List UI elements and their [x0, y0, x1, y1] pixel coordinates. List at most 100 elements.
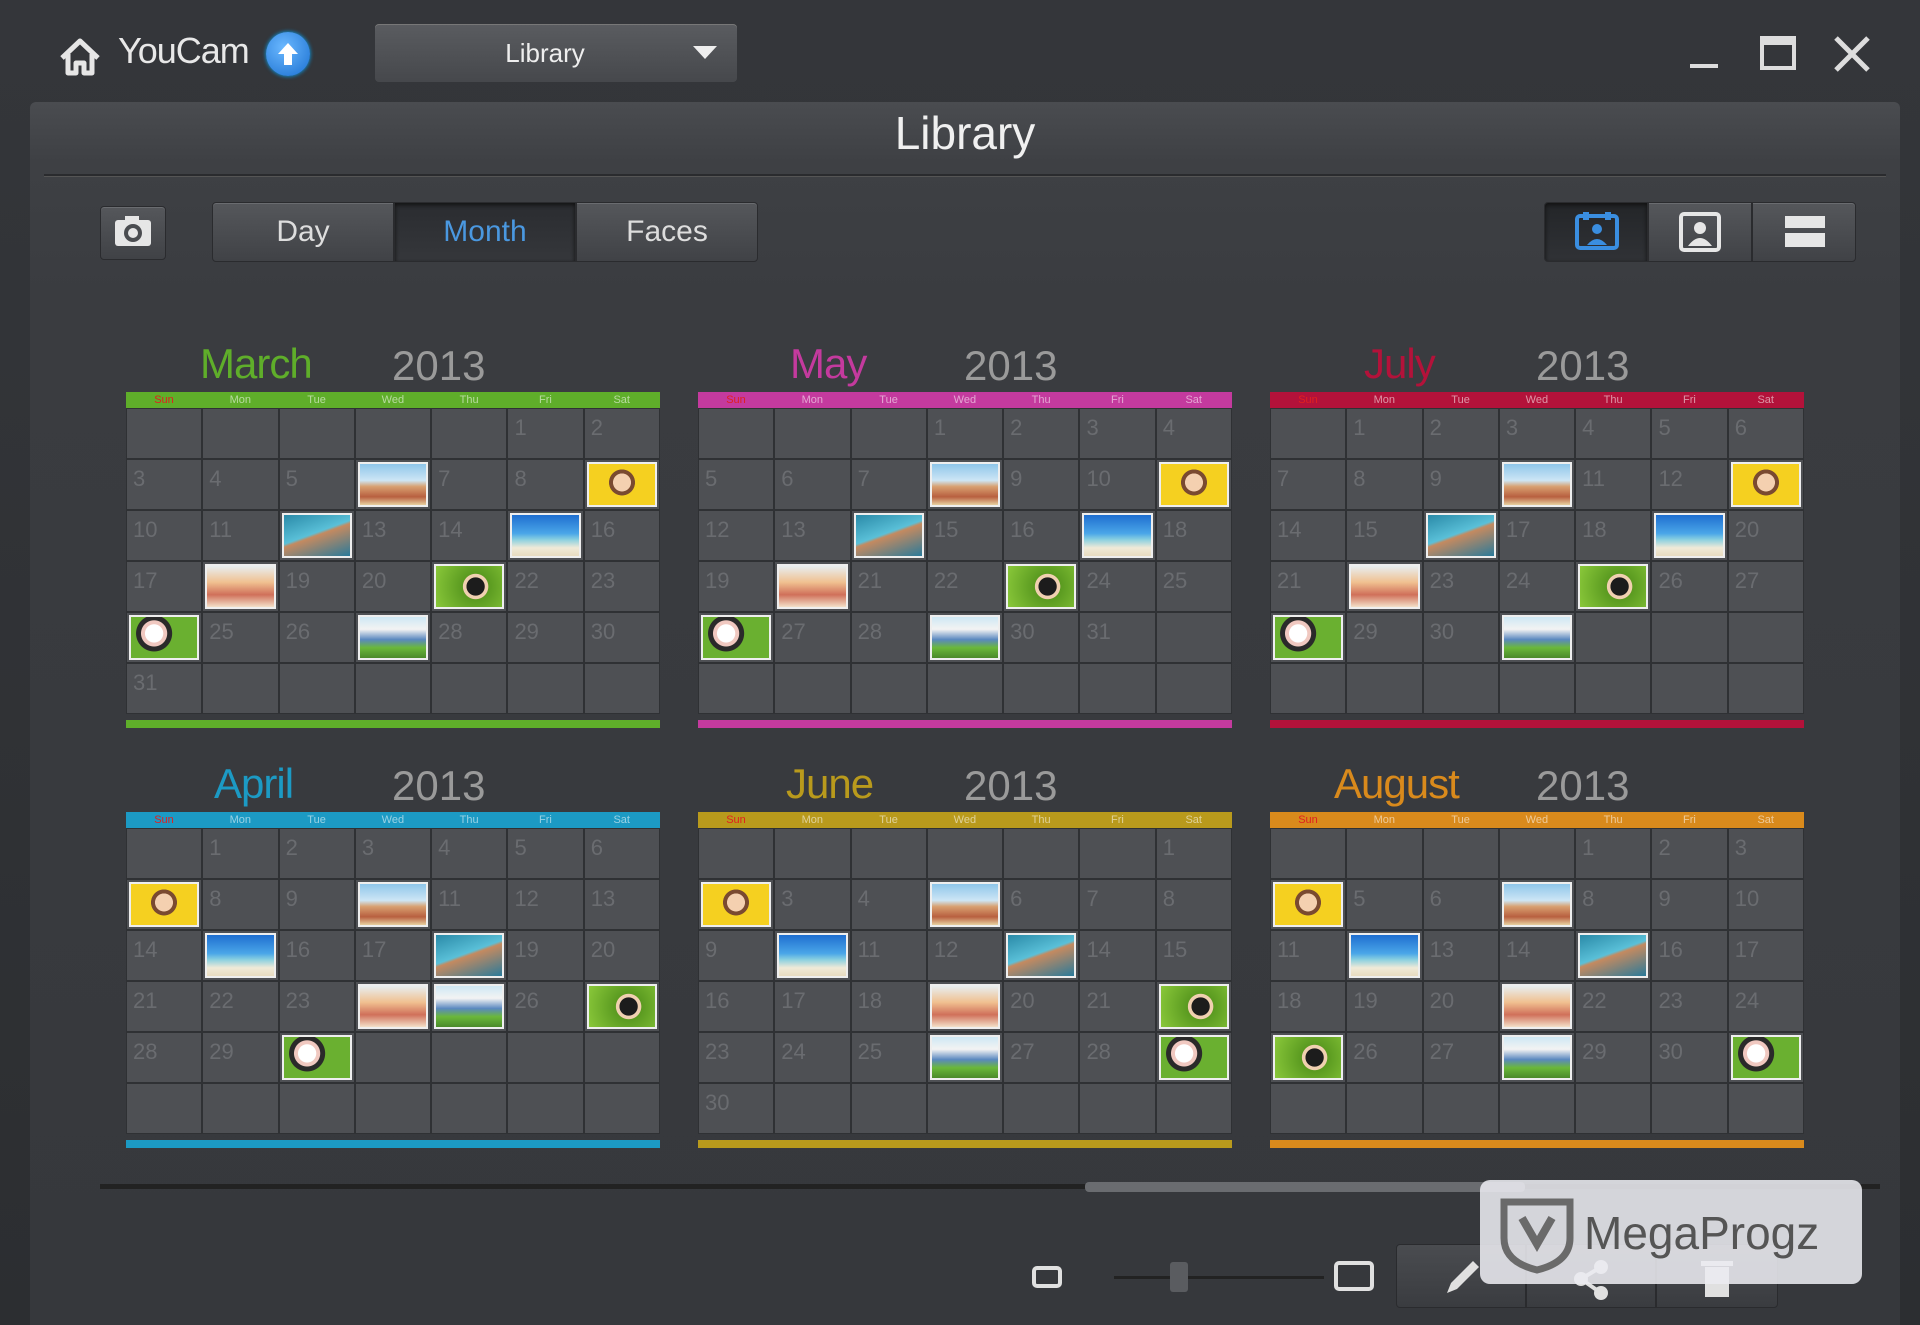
day-cell[interactable]: 1 — [1156, 829, 1232, 878]
day-cell[interactable]: 4 — [432, 829, 507, 878]
photo-thumbnail[interactable] — [1349, 564, 1420, 609]
day-cell[interactable]: 26 — [1652, 562, 1727, 611]
photo-thumbnail[interactable] — [205, 933, 276, 978]
day-cell[interactable] — [1347, 931, 1422, 980]
tab-day[interactable]: Day — [212, 202, 394, 262]
day-cell[interactable] — [203, 931, 278, 980]
day-cell[interactable]: 4 — [1576, 409, 1651, 458]
photo-thumbnail[interactable] — [129, 882, 200, 927]
day-cell[interactable]: 21 — [127, 982, 202, 1031]
day-cell[interactable]: 16 — [279, 931, 354, 980]
day-cell[interactable] — [1499, 880, 1575, 929]
day-cell[interactable] — [1576, 562, 1651, 611]
photo-thumbnail[interactable] — [1158, 984, 1230, 1029]
day-cell[interactable]: 24 — [1728, 982, 1804, 1031]
day-cell[interactable]: 28 — [127, 1033, 202, 1082]
day-cell[interactable]: 9 — [699, 931, 774, 980]
photo-thumbnail[interactable] — [434, 984, 505, 1029]
day-cell[interactable]: 31 — [1080, 613, 1155, 662]
day-cell[interactable]: 25 — [203, 613, 278, 662]
day-cell[interactable] — [1499, 613, 1575, 662]
photo-thumbnail[interactable] — [1425, 513, 1496, 558]
update-icon[interactable] — [266, 32, 310, 76]
list-view-button[interactable] — [1752, 202, 1856, 262]
day-cell[interactable]: 18 — [1576, 511, 1651, 560]
day-cell[interactable]: 26 — [279, 613, 354, 662]
day-cell[interactable]: 14 — [432, 511, 507, 560]
day-cell[interactable] — [927, 460, 1003, 509]
day-cell[interactable]: 14 — [127, 931, 202, 980]
day-cell[interactable]: 18 — [1156, 511, 1232, 560]
photo-thumbnail[interactable] — [1654, 513, 1725, 558]
day-cell[interactable]: 8 — [1347, 460, 1422, 509]
day-cell[interactable]: 3 — [775, 880, 850, 929]
day-cell[interactable] — [432, 982, 507, 1031]
photo-thumbnail[interactable] — [434, 933, 505, 978]
day-cell[interactable]: 15 — [1156, 931, 1232, 980]
day-cell[interactable]: 2 — [584, 409, 660, 458]
day-cell[interactable] — [127, 613, 202, 662]
photo-thumbnail[interactable] — [357, 984, 429, 1029]
day-cell[interactable]: 3 — [127, 460, 202, 509]
day-cell[interactable]: 9 — [279, 880, 354, 929]
photo-thumbnail[interactable] — [1578, 933, 1649, 978]
tab-faces[interactable]: Faces — [576, 202, 758, 262]
day-cell[interactable]: 24 — [775, 1033, 850, 1082]
day-cell[interactable]: 10 — [1080, 460, 1155, 509]
day-cell[interactable] — [1271, 613, 1346, 662]
day-cell[interactable] — [584, 982, 660, 1031]
day-cell[interactable] — [1080, 511, 1155, 560]
day-cell[interactable]: 21 — [1080, 982, 1155, 1031]
day-cell[interactable]: 5 — [1347, 880, 1422, 929]
day-cell[interactable]: 29 — [508, 613, 583, 662]
photo-thumbnail[interactable] — [777, 933, 848, 978]
day-cell[interactable] — [432, 562, 507, 611]
day-cell[interactable] — [355, 880, 431, 929]
day-cell[interactable] — [1347, 562, 1422, 611]
day-cell[interactable]: 7 — [432, 460, 507, 509]
day-cell[interactable]: 30 — [1004, 613, 1079, 662]
photo-thumbnail[interactable] — [129, 615, 200, 660]
day-cell[interactable]: 23 — [1652, 982, 1727, 1031]
day-cell[interactable]: 2 — [279, 829, 354, 878]
day-cell[interactable] — [355, 982, 431, 1031]
photo-thumbnail[interactable] — [1273, 615, 1344, 660]
day-cell[interactable]: 22 — [508, 562, 583, 611]
day-cell[interactable]: 19 — [1347, 982, 1422, 1031]
day-cell[interactable]: 6 — [1004, 880, 1079, 929]
day-cell[interactable] — [1156, 1033, 1232, 1082]
day-cell[interactable]: 3 — [1728, 829, 1804, 878]
day-cell[interactable]: 12 — [699, 511, 774, 560]
day-cell[interactable] — [1423, 511, 1498, 560]
day-cell[interactable]: 13 — [1423, 931, 1498, 980]
day-cell[interactable] — [1499, 460, 1575, 509]
photo-thumbnail[interactable] — [1349, 933, 1420, 978]
day-cell[interactable]: 2 — [1652, 829, 1727, 878]
day-cell[interactable]: 29 — [1347, 613, 1422, 662]
maximize-icon[interactable] — [1756, 32, 1800, 76]
day-cell[interactable] — [279, 1033, 354, 1082]
day-cell[interactable]: 25 — [851, 1033, 926, 1082]
day-cell[interactable]: 12 — [927, 931, 1003, 980]
day-cell[interactable]: 16 — [699, 982, 774, 1031]
day-cell[interactable]: 30 — [1423, 613, 1498, 662]
day-cell[interactable]: 17 — [127, 562, 202, 611]
day-cell[interactable]: 22 — [203, 982, 278, 1031]
day-cell[interactable]: 15 — [1347, 511, 1422, 560]
day-cell[interactable]: 23 — [1423, 562, 1498, 611]
day-cell[interactable]: 24 — [1080, 562, 1155, 611]
day-cell[interactable]: 2 — [1004, 409, 1079, 458]
day-cell[interactable]: 12 — [1652, 460, 1727, 509]
day-cell[interactable]: 29 — [203, 1033, 278, 1082]
day-cell[interactable]: 19 — [699, 562, 774, 611]
day-cell[interactable]: 7 — [851, 460, 926, 509]
day-cell[interactable]: 6 — [1423, 880, 1498, 929]
day-cell[interactable]: 18 — [1271, 982, 1346, 1031]
day-cell[interactable] — [1271, 1033, 1346, 1082]
day-cell[interactable]: 30 — [699, 1084, 774, 1133]
day-cell[interactable]: 28 — [1080, 1033, 1155, 1082]
camera-button[interactable] — [100, 206, 166, 260]
day-cell[interactable] — [1576, 931, 1651, 980]
day-cell[interactable]: 21 — [1271, 562, 1346, 611]
photo-thumbnail[interactable] — [1501, 882, 1573, 927]
